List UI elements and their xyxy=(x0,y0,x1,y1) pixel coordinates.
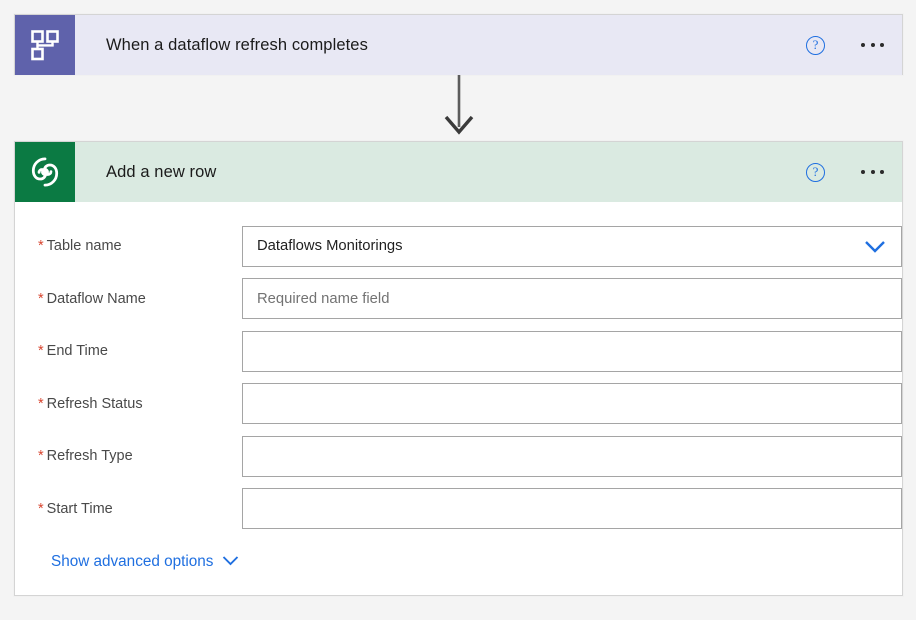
required-asterisk: * xyxy=(38,448,44,465)
input-refresh-status[interactable] xyxy=(242,383,902,425)
form-row-dataflow-name: * Dataflow Name xyxy=(15,273,902,326)
field-label-dataflow-name: * Dataflow Name xyxy=(38,291,242,307)
input-end-time[interactable] xyxy=(242,330,902,372)
action-card[interactable]: Add a new row ? *Table name*Dataflow Nam… xyxy=(14,141,903,596)
field-label-table-name: * Table name xyxy=(38,238,242,254)
field-label-refresh-type: * Refresh Type xyxy=(38,448,242,464)
input-dataflow-name[interactable] xyxy=(242,278,902,320)
chevron-down-icon[interactable] xyxy=(849,227,901,266)
field-label-text: Refresh Status xyxy=(46,395,143,412)
connector-arrow xyxy=(437,75,481,137)
input-refresh-type[interactable] xyxy=(242,435,902,477)
help-icon[interactable]: ? xyxy=(806,162,825,182)
form-row-refresh-status: * Refresh Status xyxy=(15,378,902,431)
action-form: *Table name*Dataflow Name*End Time*Refre… xyxy=(15,202,902,535)
more-options-icon[interactable] xyxy=(859,37,886,53)
required-asterisk: * xyxy=(38,238,44,255)
field-label-text: Start Time xyxy=(46,500,113,517)
field-control-dataflow-name xyxy=(242,278,902,320)
action-card-header[interactable]: Add a new row ? xyxy=(15,142,902,202)
field-control-table-name xyxy=(242,225,902,267)
show-advanced-options-label: Show advanced options xyxy=(51,553,214,570)
action-title: Add a new row xyxy=(106,162,217,181)
action-header-actions: ? xyxy=(806,142,886,202)
form-row-table-name: * Table name xyxy=(15,220,902,273)
field-control-refresh-type xyxy=(242,435,902,477)
field-label-text: Refresh Type xyxy=(46,448,133,465)
chevron-down-icon xyxy=(222,553,239,571)
input-start-time[interactable] xyxy=(242,488,902,530)
show-advanced-options-button[interactable]: Show advanced options xyxy=(15,553,239,571)
required-asterisk: * xyxy=(38,395,44,412)
field-label-refresh-status: * Refresh Status xyxy=(38,396,242,412)
field-control-start-time xyxy=(242,488,902,530)
field-label-text: Table name xyxy=(46,238,122,255)
field-control-refresh-status xyxy=(242,383,902,425)
required-asterisk: * xyxy=(38,343,44,360)
form-row-end-time: * End Time xyxy=(15,325,902,378)
trigger-header-actions: ? xyxy=(806,15,886,75)
flow-designer-canvas: When a dataflow refresh completes ? Add … xyxy=(0,0,916,620)
field-label-text: End Time xyxy=(46,343,108,360)
field-label-end-time: * End Time xyxy=(38,343,242,359)
required-asterisk: * xyxy=(38,290,44,307)
input-table-name[interactable] xyxy=(242,225,902,267)
dataverse-swirl-icon xyxy=(15,142,75,202)
field-label-text: Dataflow Name xyxy=(46,290,146,307)
field-control-end-time xyxy=(242,330,902,372)
trigger-card[interactable]: When a dataflow refresh completes ? xyxy=(14,14,903,75)
arrow-down-icon xyxy=(444,75,474,135)
required-asterisk: * xyxy=(38,500,44,517)
help-icon[interactable]: ? xyxy=(806,35,825,55)
trigger-title: When a dataflow refresh completes xyxy=(106,35,368,54)
more-options-icon[interactable] xyxy=(859,164,886,180)
dataflow-hierarchy-icon xyxy=(15,15,75,75)
trigger-card-header[interactable]: When a dataflow refresh completes ? xyxy=(15,15,902,75)
form-row-start-time: * Start Time xyxy=(15,483,902,536)
field-label-start-time: * Start Time xyxy=(38,501,242,517)
form-row-refresh-type: * Refresh Type xyxy=(15,430,902,483)
